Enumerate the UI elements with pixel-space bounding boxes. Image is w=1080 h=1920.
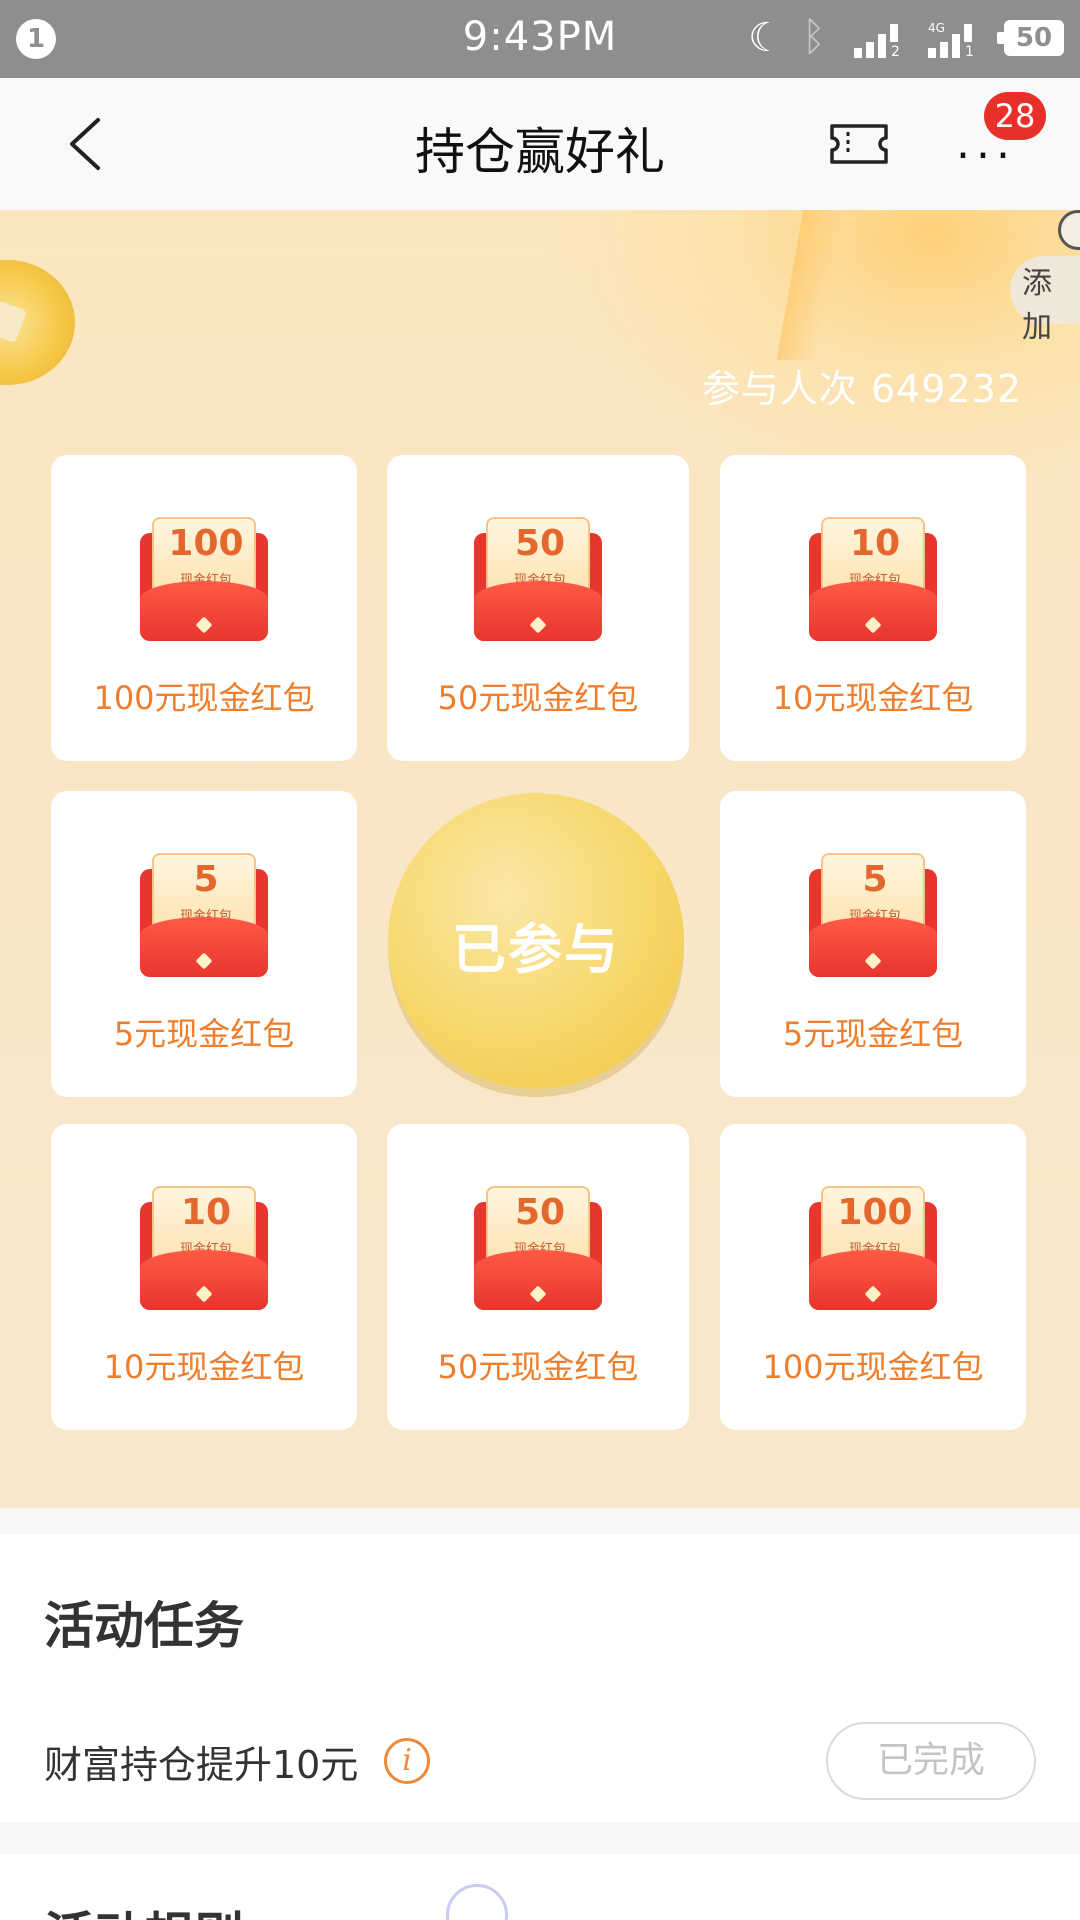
task-completed-button[interactable]: 已完成 — [826, 1722, 1036, 1800]
red-envelope-icon: 100现金红包 — [140, 517, 268, 641]
info-icon[interactable]: i — [384, 1738, 430, 1784]
ticket-icon[interactable] — [828, 120, 890, 168]
red-envelope-icon: 5现金红包 — [809, 853, 937, 977]
prize-label: 100元现金红包 — [762, 1348, 984, 1386]
red-envelope-icon: 5现金红包 — [140, 853, 268, 977]
message-count-badge: 28 — [984, 92, 1046, 140]
gold-coin-icon — [0, 260, 75, 385]
prize-card: 5现金红包 5元现金红包 — [51, 791, 357, 1097]
bluetooth-icon: ᛒ — [802, 14, 826, 60]
prize-label: 5元现金红包 — [113, 1015, 295, 1053]
prize-label: 50元现金红包 — [437, 679, 639, 717]
participate-button-label: 已参与 — [452, 918, 620, 981]
loading-spinner-icon — [446, 1884, 508, 1920]
network-type-label: 4G — [928, 21, 945, 35]
prize-label: 10元现金红包 — [103, 1348, 305, 1386]
section-title: 活动任务 — [44, 1597, 244, 1655]
prize-label: 10元现金红包 — [772, 679, 974, 717]
svg-text:2: 2 — [891, 44, 900, 58]
red-envelope-icon: 50现金红包 — [474, 1186, 602, 1310]
prize-draw-panel: 添加 参与人次 649232 100现金红包 100元现金红包 50现金红包 5… — [0, 210, 1080, 1508]
envelope-amount: 5 — [193, 859, 219, 900]
signal-4g-sim1-icon: 1 4G — [928, 21, 978, 58]
prize-card: 5现金红包 5元现金红包 — [720, 791, 1026, 1097]
signal-sim2-icon: 2 — [854, 24, 904, 58]
prize-label: 50元现金红包 — [437, 1348, 639, 1386]
prize-card: 100现金红包 100元现金红包 — [51, 455, 357, 761]
status-time: 9:43PM — [462, 14, 618, 60]
envelope-amount: 5 — [862, 859, 888, 900]
task-label: 财富持仓提升10元 — [44, 1743, 359, 1787]
prize-card: 50现金红包 50元现金红包 — [387, 1124, 689, 1430]
activity-tasks-section: 活动任务 财富持仓提升10元 i 已完成 — [0, 1534, 1080, 1822]
envelope-amount: 50 — [514, 1192, 566, 1233]
page-title: 持仓赢好礼 — [415, 123, 665, 181]
red-envelope-icon: 50现金红包 — [474, 517, 602, 641]
red-envelope-icon: 10现金红包 — [809, 517, 937, 641]
envelope-amount: 10 — [180, 1192, 232, 1233]
prize-label: 5元现金红包 — [782, 1015, 964, 1053]
prize-card: 50现金红包 50元现金红包 — [387, 455, 689, 761]
red-envelope-icon: 10现金红包 — [140, 1186, 268, 1310]
prize-card: 10现金红包 10元现金红包 — [51, 1124, 357, 1430]
envelope-amount: 10 — [849, 523, 901, 564]
prize-card: 10现金红包 10元现金红包 — [720, 455, 1026, 761]
participant-count: 参与人次 649232 — [701, 367, 1022, 411]
envelope-amount: 100 — [168, 523, 244, 564]
participate-button[interactable]: 已参与 — [388, 793, 684, 1089]
prize-card: 100现金红包 100元现金红包 — [720, 1124, 1026, 1430]
svg-text:1: 1 — [965, 44, 974, 58]
activity-rules-section: 活动规则 — [0, 1854, 1080, 1920]
prize-label: 100元现金红包 — [93, 679, 315, 717]
envelope-amount: 100 — [837, 1192, 913, 1233]
red-envelope-icon: 100现金红包 — [809, 1186, 937, 1310]
battery-icon: 50 — [997, 20, 1064, 56]
add-label: 添加 — [1022, 266, 1052, 345]
do-not-disturb-moon-icon: ☾ — [748, 15, 784, 61]
status-bar: 1 9:43PM ☾ ᛒ 2 1 4G 50 — [0, 0, 1080, 78]
section-title: 活动规则 — [44, 1896, 244, 1920]
envelope-amount: 50 — [514, 523, 566, 564]
nav-bar: 持仓赢好礼 ... 28 — [0, 78, 1080, 210]
